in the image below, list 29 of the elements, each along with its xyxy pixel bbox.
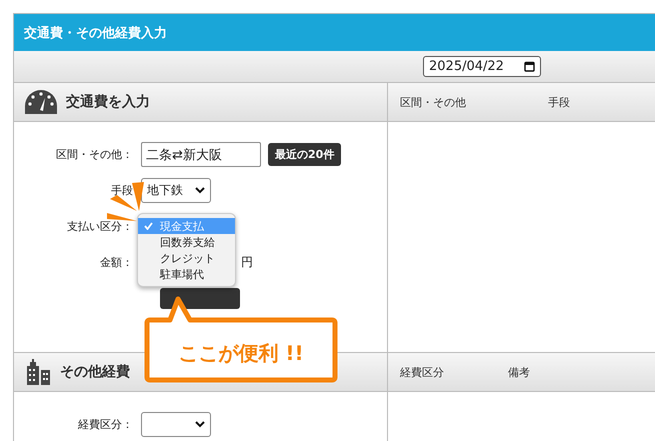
dropdown-option[interactable]: クレジット xyxy=(138,250,235,266)
section-title: その他経費 xyxy=(60,363,130,381)
calendar-icon[interactable] xyxy=(524,61,535,72)
field-label: 支払い区分： xyxy=(67,220,133,233)
dropdown-option[interactable]: 駐車場代 xyxy=(138,266,235,282)
date-field[interactable]: 2025/04/22 xyxy=(423,56,541,77)
speedometer-icon xyxy=(24,89,58,115)
check-icon xyxy=(144,222,153,230)
column-header: 手段 xyxy=(548,96,570,108)
column-header: 経費区分 xyxy=(400,366,444,378)
chevron-icon xyxy=(195,421,205,428)
dropdown-option[interactable]: 回数券支給 xyxy=(138,234,235,250)
select-field[interactable] xyxy=(141,412,211,437)
field-label: 手段 xyxy=(111,184,133,197)
route-field[interactable]: 二条⇄新大阪 xyxy=(141,142,261,167)
unit-label: 円 xyxy=(241,254,253,271)
column-header: 区間・その他 xyxy=(400,96,466,108)
callout-text: ここが便利 !! xyxy=(178,341,304,365)
chevron-icon xyxy=(195,187,205,194)
building-icon xyxy=(24,358,52,386)
window-title: 交通費・その他経費入力 xyxy=(24,24,167,42)
column-header: 備考 xyxy=(508,366,530,378)
field-label: 区間・その他： xyxy=(56,148,133,161)
burst-lines-drawing xyxy=(107,182,144,221)
recent-button[interactable]: 最近の20件 xyxy=(268,143,342,166)
submit-button[interactable] xyxy=(160,288,240,309)
section-title: 交通費を入力 xyxy=(66,93,150,111)
field-label: 金額： xyxy=(100,256,133,269)
field-label: 経費区分： xyxy=(78,418,133,431)
